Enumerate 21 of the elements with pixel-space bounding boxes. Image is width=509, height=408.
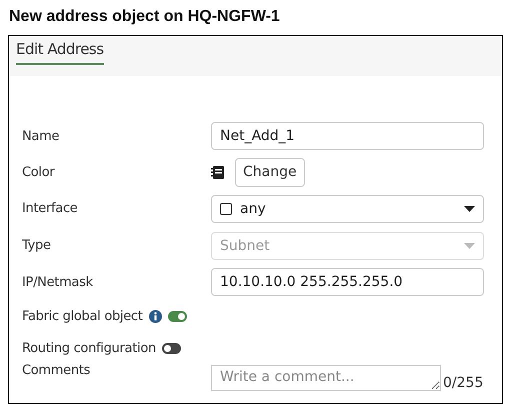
- field-label: Routing configuration: [22, 340, 156, 356]
- caret-icon: [464, 206, 475, 212]
- field-label: Interface: [22, 201, 79, 216]
- text-field[interactable]: 10.10.10.0 255.255.255.0: [211, 268, 484, 296]
- color-swatch-icon: [211, 166, 224, 178]
- field-label: IP/Netmask: [22, 274, 94, 290]
- dialog-tab[interactable]: Edit Address: [16, 40, 104, 65]
- comment-field[interactable]: Write a comment...: [211, 365, 441, 391]
- text-field[interactable]: Net_Add_1: [211, 122, 484, 150]
- field-label: Name: [22, 128, 60, 144]
- change-button[interactable]: Change: [235, 158, 305, 186]
- field-label: Type: [22, 238, 52, 253]
- caret-icon: [464, 242, 475, 248]
- toggle-switch[interactable]: [162, 342, 181, 354]
- dropdown[interactable]: any: [211, 194, 484, 222]
- field-label: Color: [22, 164, 56, 180]
- field-label: Fabric global object: [22, 309, 143, 324]
- character-counter: 0/255: [443, 375, 484, 391]
- field-label: Comments: [22, 363, 92, 378]
- toggle-switch[interactable]: [168, 311, 187, 322]
- page-title: New address object on HQ-NGFW-1: [8, 8, 281, 27]
